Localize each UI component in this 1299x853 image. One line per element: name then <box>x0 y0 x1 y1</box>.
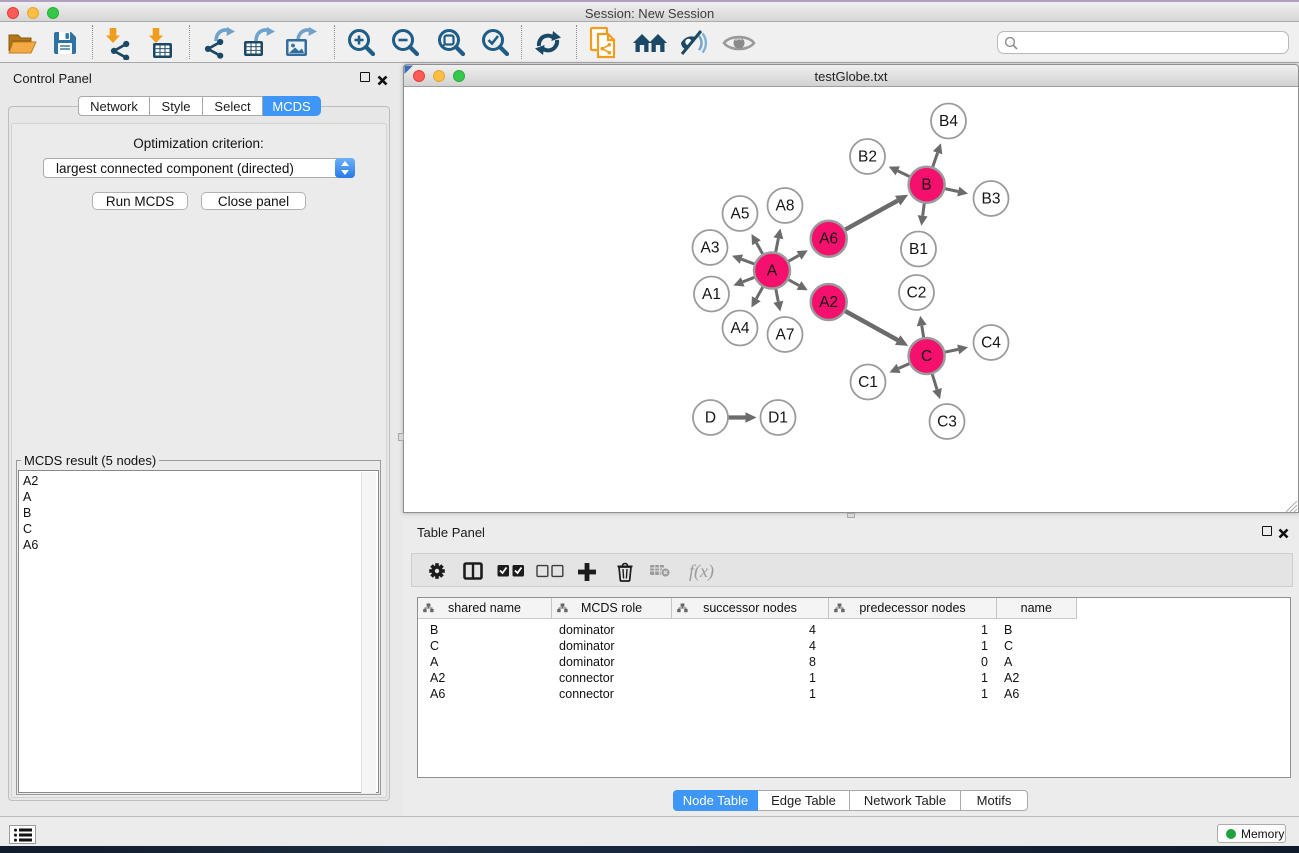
svg-text:A5: A5 <box>731 206 750 223</box>
svg-text:B1: B1 <box>909 241 928 258</box>
svg-text:B2: B2 <box>858 149 877 166</box>
svg-text:C2: C2 <box>907 285 927 302</box>
svg-text:D: D <box>705 410 716 427</box>
svg-text:A6: A6 <box>819 231 838 248</box>
svg-text:C4: C4 <box>981 335 1001 352</box>
svg-text:B: B <box>921 177 931 194</box>
svg-text:A1: A1 <box>702 286 721 303</box>
svg-text:B3: B3 <box>982 191 1001 208</box>
svg-text:A7: A7 <box>776 327 795 344</box>
svg-text:C: C <box>921 348 932 365</box>
svg-text:D1: D1 <box>768 410 788 427</box>
svg-text:C1: C1 <box>858 374 878 391</box>
svg-text:A4: A4 <box>731 320 750 337</box>
svg-text:A2: A2 <box>819 294 838 311</box>
svg-text:A3: A3 <box>701 240 720 257</box>
svg-text:C3: C3 <box>937 414 957 431</box>
svg-text:B4: B4 <box>939 113 958 130</box>
svg-text:A8: A8 <box>776 198 795 215</box>
svg-text:A: A <box>767 263 778 280</box>
